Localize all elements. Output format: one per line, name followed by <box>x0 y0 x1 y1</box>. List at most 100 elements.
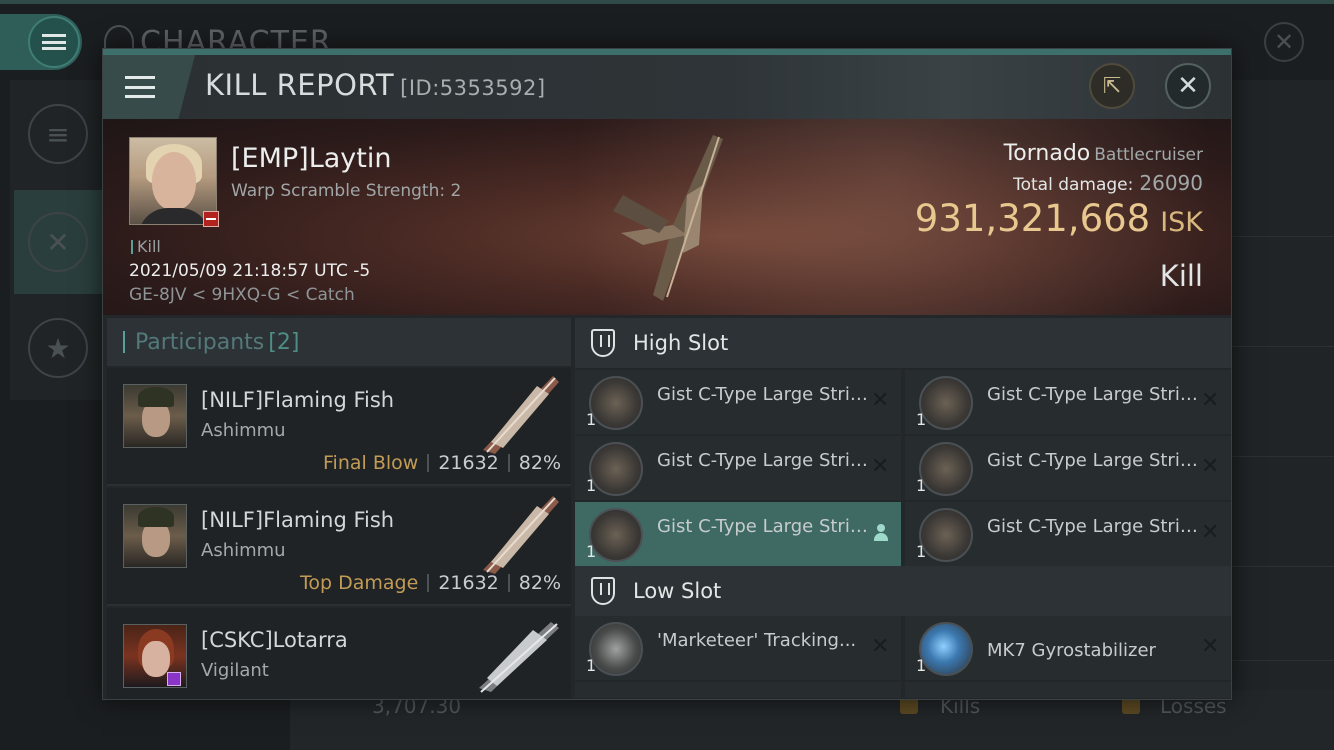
background-menu-button[interactable] <box>0 14 82 70</box>
participants-header: Participants [2] <box>107 318 571 366</box>
isk-value: 931,321,668 ISK <box>914 197 1203 240</box>
launcher-module-icon <box>919 508 973 562</box>
module-quantity: 1 <box>586 656 597 675</box>
kill-id: [ID:5353592] <box>400 76 546 100</box>
module-item-selected[interactable]: 1 Gist C-Type Large Strike... <box>575 502 901 566</box>
top-damage-tag: Top Damage <box>300 572 419 594</box>
modal-title: KILL REPORT [ID:5353592] <box>205 68 546 102</box>
module-quantity: 1 <box>586 476 597 495</box>
module-item[interactable]: 1 Gist C-Type Large Strike... ✕ <box>905 370 1231 434</box>
tracking-module-icon <box>589 622 643 676</box>
fitting-panel: High Slot 1 Gist C-Type Large Strike... … <box>575 318 1231 698</box>
gyrostabilizer-module-icon <box>919 622 973 676</box>
modal-menu-button[interactable] <box>103 55 195 119</box>
background-top-line <box>0 0 1334 4</box>
participant-ship: Vigilant <box>201 660 269 681</box>
module-item[interactable]: 1 Gist C-Type Large Strike... ✕ <box>575 436 901 500</box>
victim-ship-type: Tornado Battlecruiser <box>1003 141 1203 166</box>
participant-name: [NILF]Flaming Fish <box>201 388 395 412</box>
kill-report-modal: KILL REPORT [ID:5353592] ⇱ ✕ [EMP]Laytin … <box>102 48 1232 700</box>
remove-icon: ✕ <box>1201 520 1220 545</box>
background-close-button[interactable]: ✕ <box>1264 22 1304 62</box>
participant-name: [CSKC]Lotarra <box>201 628 348 652</box>
participant-ship: Ashimmu <box>201 540 286 561</box>
module-name: Gist C-Type Large Strike... <box>657 516 877 537</box>
participant-row[interactable]: [NILF]Flaming Fish Ashimmu Top Damage 21… <box>107 488 571 606</box>
module-item[interactable]: 1 'Marketeer' Tracking... ✕ <box>575 616 901 680</box>
menu-icon <box>125 76 155 98</box>
launcher-module-icon <box>589 442 643 496</box>
modal-header: KILL REPORT [ID:5353592] ⇱ ✕ <box>103 55 1231 119</box>
remove-icon: ✕ <box>871 388 890 413</box>
remove-icon: ✕ <box>871 454 890 479</box>
module-name: Gist C-Type Large Strike... <box>987 516 1207 537</box>
module-name: MK7 Gyrostabilizer <box>987 640 1156 661</box>
sidebar-combat-button[interactable]: ✕ <box>14 190 102 294</box>
close-button[interactable]: ✕ <box>1165 63 1211 109</box>
corp-badge-icon <box>167 672 181 686</box>
participant-ship-image <box>483 496 559 574</box>
sidebar-list-button[interactable]: ≡ <box>14 82 102 186</box>
module-name: 'Marketeer' Tracking... <box>657 630 857 651</box>
list-icon: ≡ <box>28 104 88 164</box>
sidebar-medals-button[interactable]: ★ <box>14 296 102 400</box>
module-quantity: 1 <box>586 542 597 561</box>
external-link-button[interactable]: ⇱ <box>1089 63 1135 109</box>
module-name: Gist C-Type Large Strike... <box>987 450 1207 471</box>
remove-icon: ✕ <box>871 634 890 659</box>
module-item-partial[interactable] <box>905 682 1231 698</box>
participant-portrait[interactable] <box>123 384 187 448</box>
kill-datetime: 2021/05/09 21:18:57 UTC -5 <box>129 261 371 281</box>
participant-name: [NILF]Flaming Fish <box>201 508 395 532</box>
background-right-panel <box>1232 80 1334 700</box>
module-item[interactable]: 1 Gist C-Type Large Strike... ✕ <box>575 370 901 434</box>
participant-damage: 21632 <box>438 452 499 474</box>
participant-portrait[interactable] <box>123 504 187 568</box>
kill-location[interactable]: GE-8JV < 9HXQ-G < Catch <box>129 285 355 305</box>
star-icon: ★ <box>28 318 88 378</box>
high-slot-header: High Slot <box>575 318 1231 368</box>
remove-icon: ✕ <box>1201 388 1220 413</box>
remove-icon: ✕ <box>1201 634 1220 659</box>
module-quantity: 1 <box>916 476 927 495</box>
module-quantity: 1 <box>916 656 927 675</box>
module-name: Gist C-Type Large Strike... <box>987 384 1207 405</box>
standing-badge <box>203 211 219 227</box>
participant-damage: 21632 <box>438 572 499 594</box>
module-item[interactable]: 1 MK7 Gyrostabilizer ✕ <box>905 616 1231 680</box>
participant-ship-image <box>483 376 559 454</box>
module-item[interactable]: 1 Gist C-Type Large Strike... ✕ <box>905 502 1231 566</box>
launcher-module-icon <box>589 376 643 430</box>
crossed-swords-icon: ✕ <box>28 212 88 272</box>
module-name: Gist C-Type Large Strike... <box>657 450 877 471</box>
shield-icon <box>591 577 615 605</box>
participant-stats: Top Damage 21632 82% <box>300 572 561 594</box>
menu-icon <box>28 16 80 68</box>
module-item[interactable]: 1 Gist C-Type Large Strike... ✕ <box>905 436 1231 500</box>
kill-tag: Kill <box>131 237 161 256</box>
external-link-icon: ⇱ <box>1102 73 1122 99</box>
participant-ship: Ashimmu <box>201 420 286 441</box>
participant-stats: Final Blow 21632 82% <box>323 452 561 474</box>
close-icon: ✕ <box>1177 71 1199 101</box>
final-blow-tag: Final Blow <box>323 452 419 474</box>
remove-icon: ✕ <box>1201 454 1220 479</box>
participant-row[interactable]: [CSKC]Lotarra Vigilant <box>107 608 571 699</box>
victim-ship-image[interactable] <box>603 125 763 315</box>
launcher-module-icon <box>589 508 643 562</box>
participant-percent: 82% <box>518 452 561 474</box>
low-slot-header: Low Slot <box>575 566 1231 616</box>
victim-name[interactable]: [EMP]Laytin <box>231 143 391 174</box>
total-damage: Total damage: 26090 <box>1013 171 1203 195</box>
person-icon <box>873 524 889 542</box>
module-item-partial[interactable] <box>575 682 901 698</box>
module-quantity: 1 <box>916 542 927 561</box>
participants-panel: Participants [2] [NILF]Flaming Fish Ashi… <box>107 318 571 699</box>
participant-row[interactable]: [NILF]Flaming Fish Ashimmu Final Blow 21… <box>107 368 571 486</box>
launcher-module-icon <box>919 376 973 430</box>
participant-ship-image <box>479 622 559 693</box>
shield-icon <box>591 329 615 357</box>
participant-percent: 82% <box>518 572 561 594</box>
launcher-module-icon <box>919 442 973 496</box>
module-quantity: 1 <box>586 410 597 429</box>
